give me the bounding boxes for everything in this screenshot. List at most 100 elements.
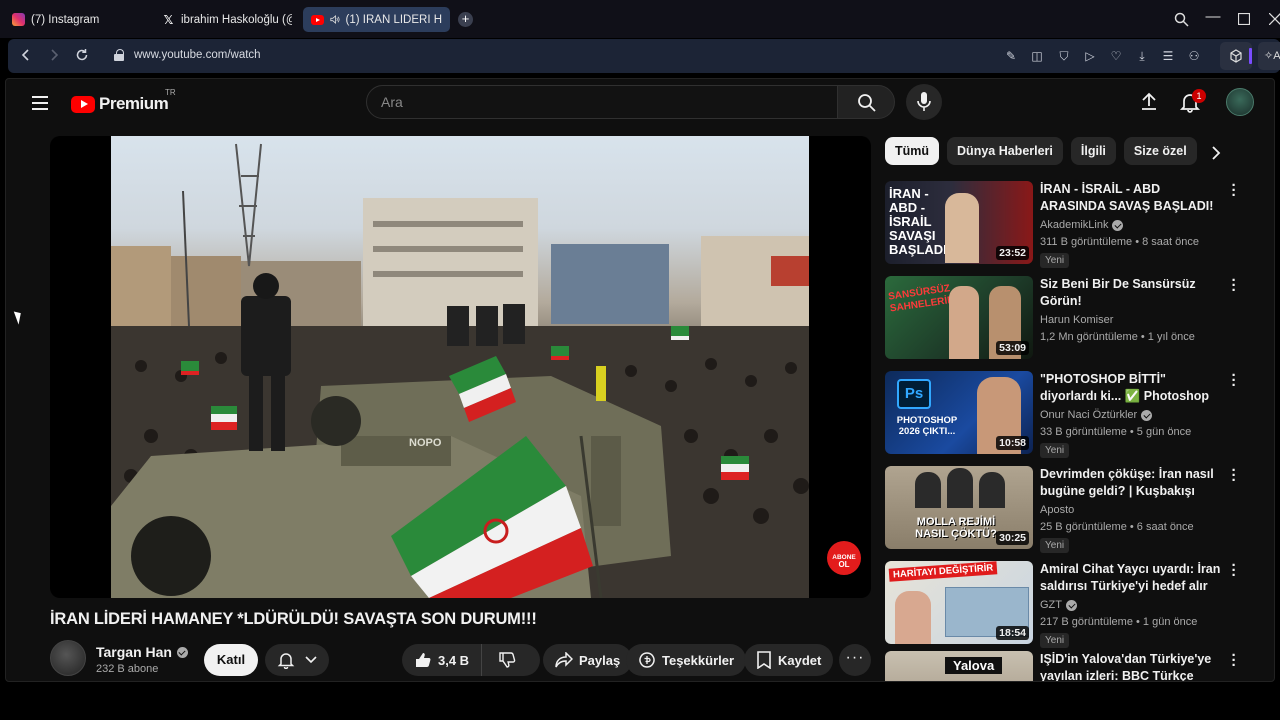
recommendation-title[interactable]: IŞİD'in Yalova'dan Türkiye'ye yayılan iz… xyxy=(1040,651,1222,681)
video-thumbnail[interactable]: Ps PHOTOSHOP 2026 ÇIKTI... 10:58 xyxy=(885,371,1033,454)
tab-label: (1) İRAN LİDERİ HAMA xyxy=(345,13,442,26)
search-button[interactable] xyxy=(837,85,895,119)
save-button[interactable]: Kaydet xyxy=(744,644,834,676)
thanks-button[interactable]: Teşekkürler xyxy=(626,644,747,676)
thumbs-up-icon xyxy=(416,653,431,667)
edit-icon[interactable]: ✎ xyxy=(1003,48,1019,64)
maximize-button[interactable] xyxy=(1238,13,1250,25)
more-options-icon[interactable]: · · · xyxy=(1231,648,1237,673)
video-player[interactable]: NOPO ABONE OL xyxy=(50,136,871,598)
chip-world-news[interactable]: Dünya Haberleri xyxy=(947,137,1063,165)
play-icon[interactable]: ▷ xyxy=(1082,48,1098,64)
share-icon xyxy=(555,652,573,668)
extension-button[interactable] xyxy=(1220,42,1252,70)
channel-name[interactable]: Targan Han xyxy=(96,644,188,660)
tab-instagram[interactable]: (7) Instagram xyxy=(4,7,150,32)
tab-youtube[interactable]: (1) İRAN LİDERİ HAMA xyxy=(303,7,450,32)
recommendation-item[interactable]: Yalova IŞİD'in Yalova'dan Türkiye'ye yay… xyxy=(885,648,1265,681)
recommendation-channel[interactable]: Harun Komiser xyxy=(1040,314,1113,326)
tab-label: (7) Instagram xyxy=(31,13,100,26)
chip-related[interactable]: İlgili xyxy=(1070,137,1116,165)
more-options-icon[interactable]: · · · xyxy=(1231,463,1237,488)
vehicle-marking: NOPO xyxy=(409,437,442,449)
recommendation-meta: 33 B görüntüleme • 5 gün önce xyxy=(1040,426,1192,438)
video-thumbnail[interactable]: MOLLA REJİMİ NASIL ÇÖKTÜ? 30:25 xyxy=(885,466,1033,549)
duration-badge: 30:25 xyxy=(996,531,1029,545)
recommendation-item[interactable]: MOLLA REJİMİ NASIL ÇÖKTÜ? 30:25 Devrimde… xyxy=(885,463,1265,553)
search-input[interactable] xyxy=(381,94,823,110)
minimize-button[interactable]: — xyxy=(1201,8,1225,25)
new-badge: Yeni xyxy=(1040,538,1070,553)
user-avatar[interactable] xyxy=(1226,88,1254,116)
video-frame: NOPO xyxy=(111,136,809,598)
download-icon[interactable]: ⤓ xyxy=(1134,48,1150,64)
voice-search-button[interactable] xyxy=(906,84,942,120)
subscriber-count: 232 B abone xyxy=(96,663,159,675)
close-window-button[interactable] xyxy=(1269,13,1280,25)
chevron-right-icon[interactable] xyxy=(1211,146,1221,160)
recommendation-title[interactable]: "PHOTOSHOP BİTTİ" diyorlardı ki... ✅ Pho… xyxy=(1040,371,1222,405)
reload-button[interactable] xyxy=(72,48,92,62)
verified-icon xyxy=(1066,599,1077,611)
channel-avatar[interactable] xyxy=(50,640,86,676)
lock-icon[interactable] xyxy=(114,49,124,61)
chip-for-you[interactable]: Size özel xyxy=(1123,137,1197,165)
shield-icon[interactable]: ⛉ xyxy=(1056,48,1072,64)
subscribe-overlay-button[interactable]: ABONE OL xyxy=(827,541,861,575)
dislike-button[interactable] xyxy=(488,644,526,676)
youtube-icon xyxy=(311,14,324,25)
bookmark-icon xyxy=(757,651,771,669)
recommendation-item[interactable]: HARİTAYI DEĞİŞTİRİR 18:54 Amiral Cihat Y… xyxy=(885,558,1265,648)
video-thumbnail[interactable]: HARİTAYI DEĞİŞTİRİR 18:54 xyxy=(885,561,1033,644)
more-options-icon[interactable]: · · · xyxy=(1231,368,1237,393)
recommendation-title[interactable]: Devrimden çöküşe: İran nasıl bugüne geld… xyxy=(1040,466,1222,500)
recommendation-item[interactable]: Ps PHOTOSHOP 2026 ÇIKTI... 10:58 "PHOTOS… xyxy=(885,368,1265,458)
speaker-icon[interactable] xyxy=(330,14,340,25)
tab-x[interactable]: 𝕏 ibrahim Haskoloğlu (@has xyxy=(154,7,300,32)
recommendation-title[interactable]: İRAN - İSRAİL - ABD ARASINDA SAVAŞ BAŞLA… xyxy=(1040,181,1222,215)
youtube-premium-logo[interactable]: Premium TR xyxy=(71,88,176,114)
camera-icon[interactable]: ◫ xyxy=(1029,48,1045,64)
url-field[interactable]: www.youtube.com/watch xyxy=(134,49,261,61)
recommendation-title[interactable]: Siz Beni Bir De Sansürsüz Görün! xyxy=(1040,276,1222,310)
photoshop-logo-icon: Ps xyxy=(897,379,931,409)
new-tab-button[interactable]: + xyxy=(458,12,473,27)
subscription-bell-button[interactable] xyxy=(265,644,329,676)
recommendation-channel[interactable]: Onur Naci Öztürkler xyxy=(1040,409,1153,421)
video-thumbnail[interactable]: SANSÜRSÜZ SAHNELERİM 53:09 xyxy=(885,276,1033,359)
recommendation-meta: 1,2 Mn görüntüleme • 1 yıl önce xyxy=(1040,331,1195,343)
video-title: İRAN LİDERİ HAMANEY *LDÜRÜLDÜ! SAVAŞTA S… xyxy=(50,610,537,628)
heart-icon[interactable]: ♡ xyxy=(1108,48,1124,64)
youtube-page: Premium TR 1 xyxy=(5,78,1275,682)
sparkle-icon: ✧ xyxy=(1264,50,1274,62)
recommendation-channel[interactable]: Aposto xyxy=(1040,504,1074,516)
recommendation-channel[interactable]: GZT xyxy=(1040,599,1077,611)
share-button[interactable]: Paylaş xyxy=(543,644,633,676)
join-button[interactable]: Katıl xyxy=(204,644,258,676)
more-options-icon[interactable]: · · · xyxy=(1231,178,1237,203)
tab-search-icon[interactable] xyxy=(1174,12,1189,27)
back-button[interactable] xyxy=(16,48,36,62)
recommendation-item[interactable]: İRAN - ABD - İSRAİL SAVAŞI BAŞLADI 23:52… xyxy=(885,178,1265,268)
video-scene: NOPO xyxy=(111,143,809,598)
thumbs-down-icon xyxy=(499,652,516,668)
like-button[interactable]: 3,4 B xyxy=(402,644,483,676)
profile-icon[interactable]: ⚇ xyxy=(1186,48,1202,64)
menu-lines-icon[interactable]: ☰ xyxy=(1160,48,1176,64)
chip-all[interactable]: Tümü xyxy=(885,137,940,165)
video-thumbnail[interactable]: Yalova xyxy=(885,651,1033,681)
upload-icon[interactable] xyxy=(1136,89,1162,115)
more-options-icon[interactable]: · · · xyxy=(1231,273,1237,298)
video-thumbnail[interactable]: İRAN - ABD - İSRAİL SAVAŞI BAŞLADI 23:52 xyxy=(885,181,1033,264)
more-options-icon[interactable]: · · · xyxy=(1231,558,1237,583)
more-actions-button[interactable]: ··· xyxy=(839,644,871,676)
search-icon xyxy=(858,94,876,112)
hamburger-menu-button[interactable] xyxy=(32,96,48,114)
forward-button[interactable] xyxy=(44,48,64,62)
search-box[interactable] xyxy=(366,85,838,119)
recommendation-item[interactable]: SANSÜRSÜZ SAHNELERİM 53:09 Siz Beni Bir … xyxy=(885,273,1265,361)
recommendation-title[interactable]: Amiral Cihat Yaycı uyardı: İran saldırıs… xyxy=(1040,561,1222,595)
ai-extension-button[interactable]: ✧A xyxy=(1258,42,1280,70)
like-dislike-group: 3,4 B xyxy=(402,644,540,676)
recommendation-channel[interactable]: AkademikLink xyxy=(1040,219,1124,231)
